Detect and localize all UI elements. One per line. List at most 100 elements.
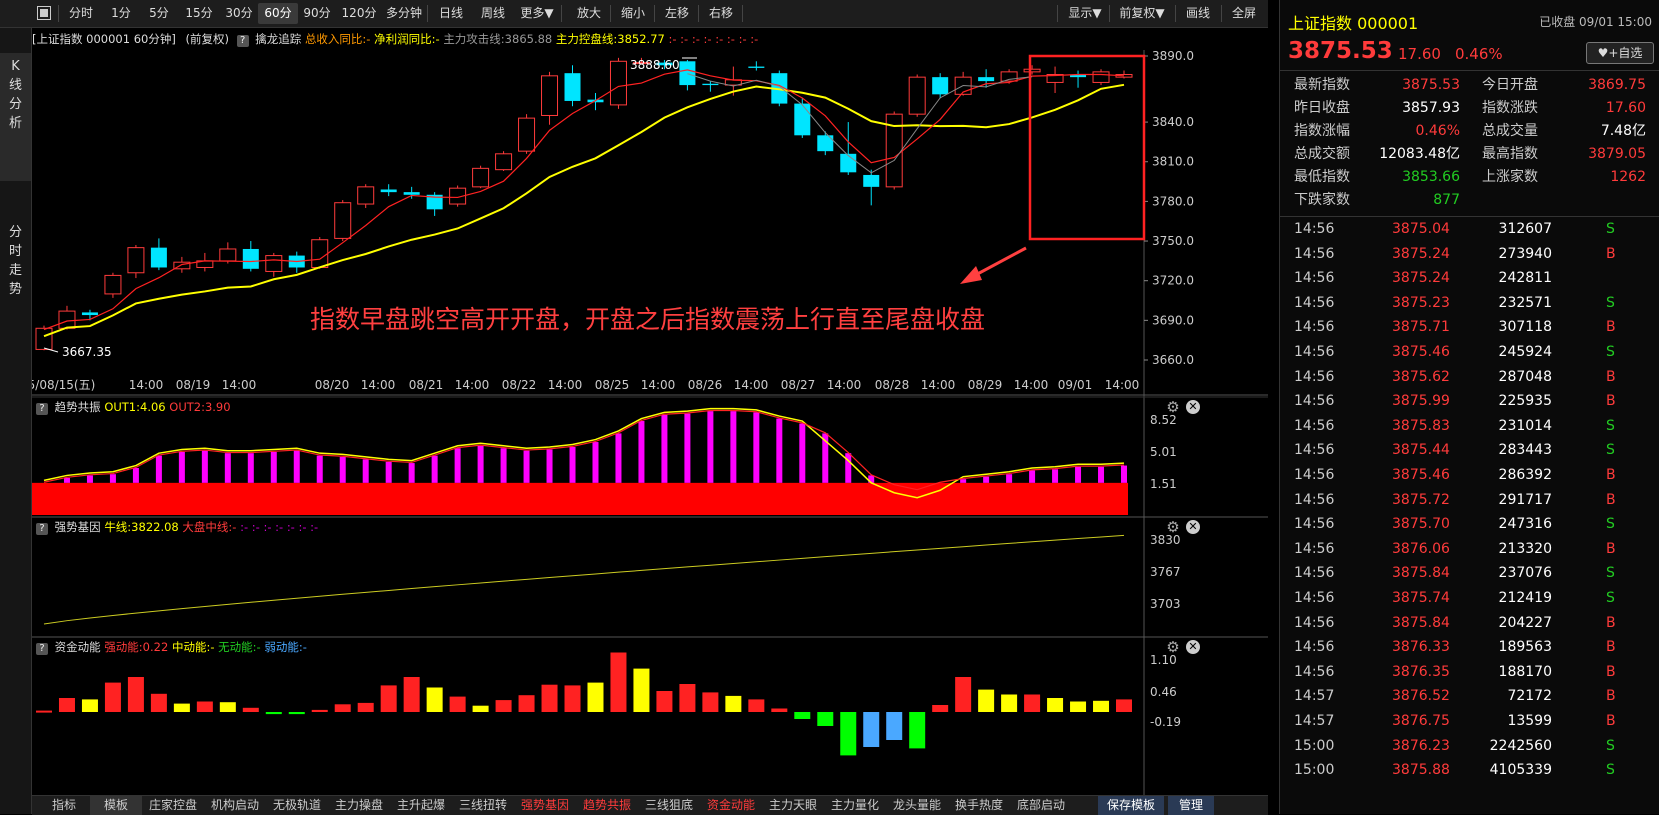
panel3-settings-icon[interactable]: ⚙ xyxy=(1166,640,1180,655)
bottom-tab-2[interactable]: 庄家控盘 xyxy=(142,796,204,815)
bottom-tab-7[interactable]: 三线扭转 xyxy=(452,796,514,815)
bottom-tab-12[interactable]: 主力天眼 xyxy=(762,796,824,815)
panel3-help-icon[interactable]: ? xyxy=(36,643,48,655)
chart-title: [上证指数 000001 60分钟] xyxy=(32,32,176,46)
bottom-tab-15[interactable]: 换手热度 xyxy=(948,796,1010,815)
tick-row: 14:56 3875.84 204227 B xyxy=(1280,611,1659,636)
bottom-tab-9[interactable]: 趋势共振 xyxy=(576,796,638,815)
trend-bar xyxy=(707,411,714,483)
panel1-settings-icon[interactable]: ⚙ xyxy=(1166,400,1180,415)
panel2-settings-icon[interactable]: ⚙ xyxy=(1166,520,1180,535)
stat-label: 昨日收盘 xyxy=(1294,100,1350,116)
trend-bar xyxy=(615,433,622,483)
panel3-name[interactable]: 资金动能 xyxy=(55,640,101,654)
bottom-tab-14[interactable]: 龙头量能 xyxy=(886,796,948,815)
tick-row: 14:56 3875.70 247316 S xyxy=(1280,512,1659,537)
tool-0-button[interactable]: 放大 xyxy=(568,3,610,24)
tool-3-button[interactable]: 右移 xyxy=(700,3,742,24)
period-0-button[interactable]: 分时 xyxy=(60,3,102,24)
trend-bar xyxy=(477,445,484,483)
candle-body xyxy=(748,66,765,68)
tab-intraday[interactable]: 分时走势 xyxy=(0,223,31,299)
panel3-s2: 中动能:- xyxy=(171,640,215,654)
bottom-tab-16[interactable]: 底部启动 xyxy=(1010,796,1072,815)
fund-bar xyxy=(150,693,167,712)
panel3-close-icon[interactable]: ✕ xyxy=(1186,640,1200,654)
panel2-help-icon[interactable]: ? xyxy=(36,523,48,535)
tick-time: 14:56 xyxy=(1294,540,1335,557)
period-11-button[interactable]: 更多▼ xyxy=(514,3,560,24)
fund-bar xyxy=(932,705,949,712)
tick-list[interactable]: 14:56 3875.04 312607 S 14:56 3875.24 273940 B 14… xyxy=(1280,217,1659,814)
toolbar-right-2-button[interactable]: 画线 xyxy=(1178,3,1218,24)
bottom-right-1-button[interactable]: 管理 xyxy=(1168,796,1214,815)
tab-kline-analysis[interactable]: K线分析 xyxy=(0,53,31,181)
fund-bar xyxy=(863,712,880,747)
period-1-button[interactable]: 1分 xyxy=(102,3,140,24)
tick-price: 3876.52 xyxy=(1392,688,1450,705)
tick-time: 14:56 xyxy=(1294,639,1335,656)
grid-menu-icon[interactable] xyxy=(36,3,52,24)
tick-volume: 188170 xyxy=(1498,663,1552,680)
panel1-name[interactable]: 趋势共振 xyxy=(55,400,101,414)
tool-2-button[interactable]: 左移 xyxy=(656,3,698,24)
tick-row: 14:56 3875.99 225935 B xyxy=(1280,389,1659,414)
x-axis-label: 08/27 xyxy=(781,378,816,392)
bottom-tab-8[interactable]: 强势基因 xyxy=(514,796,576,815)
stat-value: 12083.48亿 xyxy=(1379,146,1460,162)
bottom-tab-13[interactable]: 主力量化 xyxy=(824,796,886,815)
candle-body xyxy=(58,310,76,329)
period-4-button[interactable]: 30分 xyxy=(220,3,258,24)
trend-bar xyxy=(270,451,277,483)
tick-price: 3875.24 xyxy=(1392,270,1450,287)
bottom-tab-5[interactable]: 主力操盘 xyxy=(328,796,390,815)
panel1-close-icon[interactable]: ✕ xyxy=(1186,400,1200,414)
bottom-tab-0[interactable]: 指标 xyxy=(38,796,90,815)
period-7-button[interactable]: 120分 xyxy=(336,3,382,24)
toolbar-right-0-button[interactable]: 显示▼ xyxy=(1060,3,1110,24)
period-2-button[interactable]: 5分 xyxy=(140,3,178,24)
indicator-name[interactable]: 擒龙追踪 xyxy=(255,32,301,46)
fund-bar xyxy=(265,712,282,715)
fund-bar xyxy=(173,703,190,712)
y-axis-label: 3810.0 xyxy=(1152,155,1194,169)
bottom-tab-1[interactable]: 模板 xyxy=(90,796,142,815)
fund-bar xyxy=(610,652,627,712)
period-5-button[interactable]: 60分 xyxy=(258,3,298,24)
tool-1-button[interactable]: 缩小 xyxy=(612,3,654,24)
bottom-tab-6[interactable]: 主升起爆 xyxy=(390,796,452,815)
x-axis-label: 2025/08/15(五) xyxy=(32,378,95,392)
period-3-button[interactable]: 15分 xyxy=(178,3,220,24)
fund-bar xyxy=(81,699,98,712)
bottom-tab-4[interactable]: 无极轨道 xyxy=(266,796,328,815)
bottom-tab-11[interactable]: 资金动能 xyxy=(700,796,762,815)
period-9-button[interactable]: 日线 xyxy=(430,3,472,24)
toolbar-right-3-button[interactable]: 全屏 xyxy=(1224,3,1264,24)
panel1-help-icon[interactable]: ? xyxy=(36,403,48,415)
add-watchlist-button[interactable]: ♥+自选 xyxy=(1586,42,1654,64)
bottom-right-0-button[interactable]: 保存模板 xyxy=(1098,796,1164,815)
panel2-name[interactable]: 强势基因 xyxy=(55,520,101,534)
period-6-button[interactable]: 90分 xyxy=(298,3,336,24)
stat-row: 最低指数 3853.66 上涨家数 1262 xyxy=(1280,165,1659,189)
toolbar-right-1-button[interactable]: 前复权▼ xyxy=(1112,3,1172,24)
tick-volume: 247316 xyxy=(1498,516,1552,533)
trend-bar xyxy=(569,446,576,483)
fund-bar xyxy=(587,682,604,712)
panel1-out2: OUT2:3.90 xyxy=(169,400,231,414)
trend-bar xyxy=(546,449,553,483)
kline-chart[interactable]: 3890.0 3840.0 3810.0 3780.0 3750.0 3720.0 3690… xyxy=(32,50,1268,795)
help-icon[interactable]: ? xyxy=(236,35,249,47)
panel2-close-icon[interactable]: ✕ xyxy=(1186,520,1200,534)
fund-bar xyxy=(311,709,328,712)
tick-price: 3875.44 xyxy=(1392,442,1450,459)
period-10-button[interactable]: 周线 xyxy=(472,3,514,24)
panel1-axis-label: 5.01 xyxy=(1150,445,1177,459)
bottom-tab-10[interactable]: 三线狙底 xyxy=(638,796,700,815)
bottom-tab-3[interactable]: 机构启动 xyxy=(204,796,266,815)
stat-row: 总成交额 12083.48亿 最高指数 3879.05 xyxy=(1280,142,1659,166)
period-8-button[interactable]: 多分钟 xyxy=(382,3,426,24)
heart-icon: ♥ xyxy=(1597,46,1609,60)
tick-price: 3875.74 xyxy=(1392,590,1450,606)
stat-label: 最低指数 xyxy=(1294,169,1350,185)
